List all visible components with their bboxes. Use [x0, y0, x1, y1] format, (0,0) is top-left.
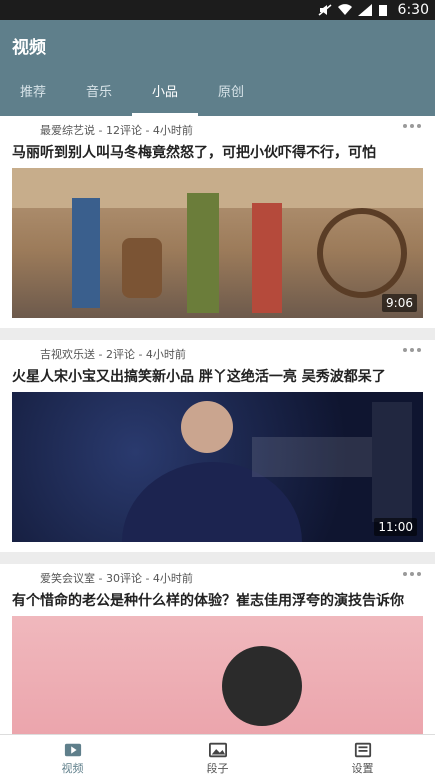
video-meta-text: 最爱综艺说 - 12评论 - 4小时前: [40, 124, 193, 137]
nav-jokes[interactable]: 段子: [145, 735, 290, 782]
nav-video[interactable]: 视频: [0, 735, 145, 782]
video-thumbnail[interactable]: 11:00: [12, 392, 423, 542]
nav-settings[interactable]: 设置: [290, 735, 435, 782]
status-bar: 6:30: [0, 0, 435, 20]
thumbnail-art: [222, 646, 302, 726]
video-card[interactable]: 爱笑会议室 - 30评论 - 4小时前 有个惜命的老公是种什么样的体验？崔志佳用…: [0, 564, 435, 734]
video-icon: [64, 743, 81, 756]
video-meta-text: 吉视欢乐送 - 2评论 - 4小时前: [40, 348, 186, 361]
video-meta-text: 爱笑会议室 - 30评论 - 4小时前: [40, 572, 193, 585]
video-meta: 最爱综艺说 - 12评论 - 4小时前: [0, 116, 435, 144]
wifi-icon: [337, 4, 352, 16]
thumbnail-art: [122, 401, 412, 542]
tab-music[interactable]: 音乐: [66, 70, 132, 116]
video-title[interactable]: 有个惜命的老公是种什么样的体验？崔志佳用浮夸的演技告诉你: [0, 592, 435, 610]
nav-jokes-label: 段子: [206, 761, 229, 775]
video-meta: 爱笑会议室 - 30评论 - 4小时前: [0, 564, 435, 592]
video-card[interactable]: 最爱综艺说 - 12评论 - 4小时前 马丽听到别人叫马冬梅竟然怒了，可把小伙吓…: [0, 116, 435, 328]
video-title[interactable]: 马丽听到别人叫马冬梅竟然怒了，可把小伙吓得不行，可怕: [0, 144, 435, 162]
image-icon: [208, 742, 227, 757]
battery-icon: [378, 4, 392, 16]
more-options-icon[interactable]: [403, 124, 421, 128]
settings-icon: [354, 742, 371, 757]
video-meta: 吉视欢乐送 - 2评论 - 4小时前: [0, 340, 435, 368]
video-thumbnail[interactable]: 9:06: [12, 168, 423, 318]
video-feed[interactable]: 最爱综艺说 - 12评论 - 4小时前 马丽听到别人叫马冬梅竟然怒了，可把小伙吓…: [0, 116, 435, 734]
tab-bar: 推荐 音乐 小品 原创: [0, 70, 435, 116]
thumbnail-art: [12, 168, 423, 313]
more-options-icon[interactable]: [403, 572, 421, 576]
app-bar: 视频 推荐 音乐 小品 原创: [0, 20, 435, 116]
status-time: 6:30: [397, 2, 429, 18]
mute-icon: [318, 4, 332, 16]
video-duration: 11:00: [374, 518, 417, 536]
nav-settings-label: 设置: [351, 761, 374, 775]
video-title[interactable]: 火星人宋小宝又出搞笑新小品 胖丫这绝活一亮 吴秀波都呆了: [0, 368, 435, 386]
video-thumbnail[interactable]: [12, 616, 423, 734]
nav-video-label: 视频: [61, 761, 84, 775]
more-options-icon[interactable]: [403, 348, 421, 352]
tab-sketch[interactable]: 小品: [132, 70, 198, 116]
bottom-navigation: 视频 段子 设置: [0, 734, 435, 782]
video-card[interactable]: 吉视欢乐送 - 2评论 - 4小时前 火星人宋小宝又出搞笑新小品 胖丫这绝活一亮…: [0, 340, 435, 552]
signal-icon: [357, 4, 372, 16]
app-title: 视频: [12, 38, 46, 58]
tab-original[interactable]: 原创: [198, 70, 264, 116]
tab-recommend[interactable]: 推荐: [0, 70, 66, 116]
video-duration: 9:06: [382, 294, 417, 312]
